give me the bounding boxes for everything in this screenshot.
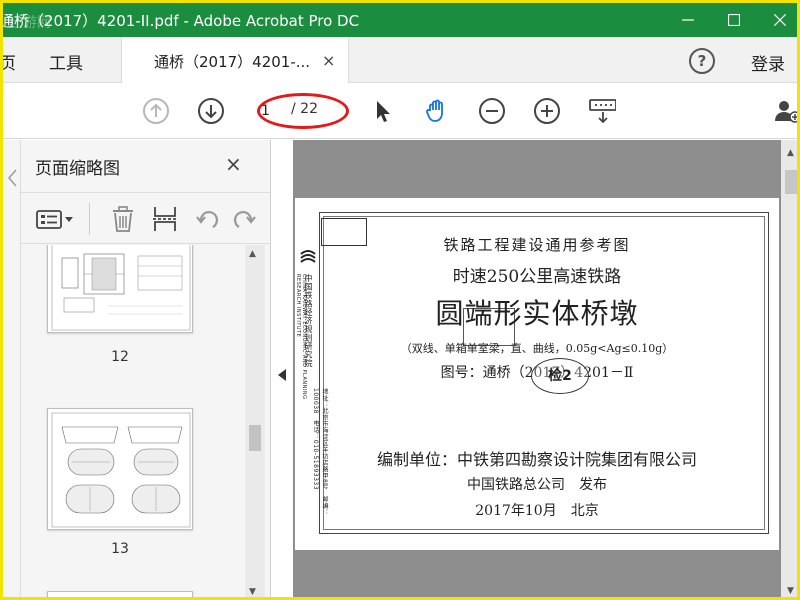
thumbnail-scrollbar[interactable]: ▲ ▼ bbox=[245, 245, 265, 597]
close-panel-icon[interactable]: × bbox=[225, 152, 242, 176]
maximize-icon bbox=[728, 14, 740, 26]
app-window: 通桥（2017）4201-II.pdf - Adobe Acrobat Pro … bbox=[0, 0, 800, 600]
panel-toolbar bbox=[21, 192, 271, 244]
page-spec: （双线、单箱单室梁，直、曲线，0.05g<Ag≤0.10g） bbox=[400, 342, 674, 355]
window-title: 通桥（2017）4201-II.pdf - Adobe Acrobat Pro … bbox=[0, 12, 360, 30]
thumbnail-label-13: 13 bbox=[111, 541, 129, 557]
tools-menu-tab[interactable]: 工具 bbox=[49, 49, 83, 74]
divider bbox=[89, 203, 90, 235]
insert-page-icon[interactable] bbox=[151, 205, 179, 233]
rotate-right-icon[interactable] bbox=[231, 205, 259, 233]
keyboard-download-icon[interactable] bbox=[588, 97, 616, 125]
document-tab-label: 通桥（2017）4201-... bbox=[154, 53, 311, 71]
close-icon bbox=[774, 14, 786, 26]
issue-date: 2017年10月 北京 bbox=[475, 503, 599, 519]
page-navigator: / 22 bbox=[257, 93, 349, 129]
left-rail bbox=[3, 140, 21, 597]
select-tool-icon[interactable] bbox=[369, 97, 397, 125]
minimize-button[interactable] bbox=[665, 3, 711, 37]
home-menu-tab[interactable]: 页 bbox=[3, 49, 16, 74]
rotate-left-icon[interactable] bbox=[193, 205, 221, 233]
scroll-down-icon[interactable]: ▼ bbox=[249, 587, 256, 597]
collapse-panel-handle[interactable] bbox=[273, 363, 291, 387]
thumbnail-list: 12 13 bbox=[21, 245, 253, 597]
pdf-page: 中国铁路经济规划研究院 CHINA RAILWAY ECONOMIC AND P… bbox=[295, 198, 779, 550]
inspection-stamp: 检2 bbox=[531, 358, 589, 394]
thumbnail-page-12[interactable] bbox=[47, 245, 193, 333]
document-scroll-thumb[interactable] bbox=[785, 170, 797, 194]
thumbnail-page-13[interactable] bbox=[47, 408, 193, 530]
hand-tool-icon[interactable] bbox=[423, 97, 451, 125]
title-bar: 通桥（2017）4201-II.pdf - Adobe Acrobat Pro … bbox=[0, 3, 797, 37]
compiler: 编制单位：中铁第四勘察设计院集团有限公司 bbox=[376, 450, 697, 469]
watermark: 迁游网 bbox=[9, 15, 51, 31]
minimize-icon bbox=[682, 19, 694, 21]
page-main-title: 圆端形实体桥墩 bbox=[435, 297, 639, 330]
add-user-icon[interactable] bbox=[773, 97, 797, 125]
triangle-left-icon bbox=[278, 369, 286, 381]
page-header: 铁路工程建设通用参考图 bbox=[443, 236, 631, 254]
document-scrollbar[interactable]: ▲ ▼ bbox=[781, 140, 797, 597]
maximize-button[interactable] bbox=[711, 3, 757, 37]
zoom-out-icon[interactable] bbox=[478, 97, 506, 125]
close-tab-icon[interactable]: × bbox=[322, 51, 335, 70]
thumbnail-drawing-12 bbox=[51, 245, 191, 331]
doc-scroll-down-icon[interactable]: ▼ bbox=[787, 586, 794, 596]
thumbnail-page-14[interactable] bbox=[47, 591, 193, 597]
page-subtitle: 时速250公里高速铁路 bbox=[452, 267, 622, 287]
delete-page-icon[interactable] bbox=[109, 205, 137, 233]
tab-bar: 页 工具 通桥（2017）4201-... × ? 登录 bbox=[3, 37, 797, 83]
previous-page-icon[interactable] bbox=[142, 97, 170, 125]
thumbnail-label-12: 12 bbox=[111, 349, 129, 365]
page-thumbnails-panel: 页面缩略图 × 12 13 ▲ ▼ bbox=[21, 140, 271, 597]
thumbnail-drawing-13 bbox=[51, 412, 191, 528]
issuer: 中国铁路总公司 发布 bbox=[467, 477, 607, 493]
panel-title: 页面缩略图 bbox=[35, 159, 120, 179]
document-view: 中国铁路经济规划研究院 CHINA RAILWAY ECONOMIC AND P… bbox=[293, 140, 797, 597]
scroll-up-icon[interactable]: ▲ bbox=[249, 249, 256, 259]
doc-scroll-up-icon[interactable]: ▲ bbox=[787, 148, 794, 158]
help-icon[interactable]: ? bbox=[689, 48, 715, 74]
highlight-ellipse bbox=[257, 93, 349, 129]
document-tab[interactable]: 通桥（2017）4201-... × bbox=[121, 37, 349, 83]
next-page-icon[interactable] bbox=[197, 97, 225, 125]
close-window-button[interactable] bbox=[757, 3, 797, 37]
login-button[interactable]: 登录 bbox=[751, 50, 785, 75]
thumbnail-scroll-thumb[interactable] bbox=[249, 425, 261, 451]
toolbar: / 22 bbox=[3, 83, 797, 139]
zoom-in-icon[interactable] bbox=[533, 97, 561, 125]
thumbnail-options-icon[interactable] bbox=[35, 205, 77, 233]
